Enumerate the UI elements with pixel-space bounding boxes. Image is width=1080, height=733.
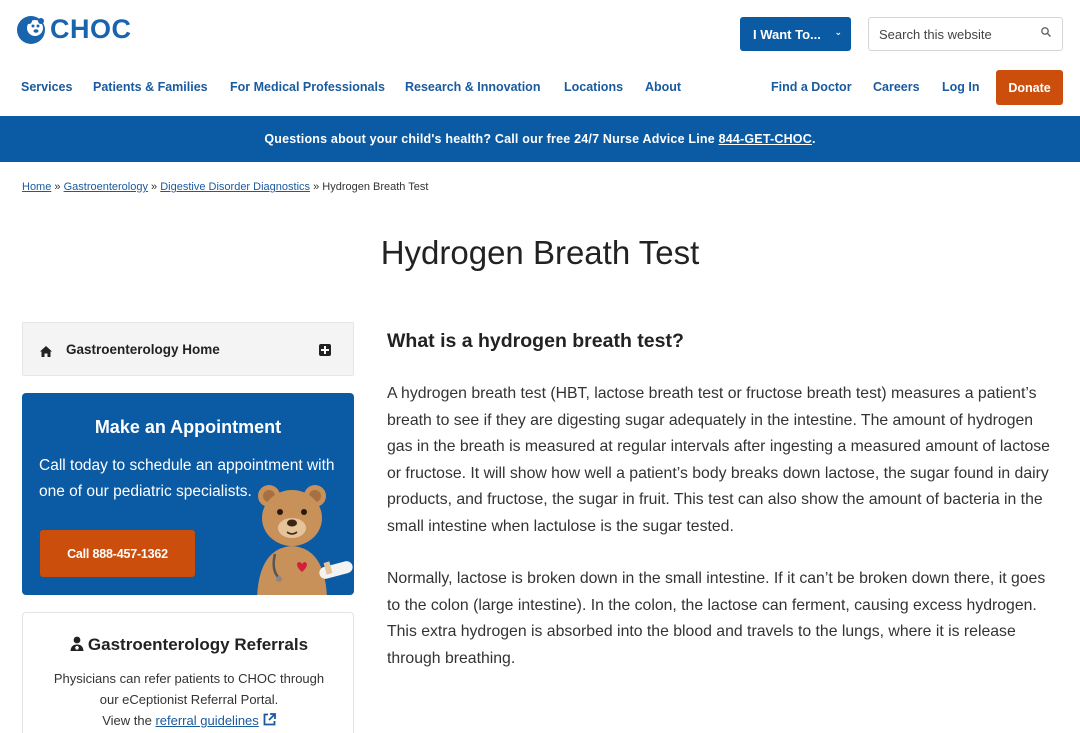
nav-medical-professionals[interactable]: For Medical Professionals (230, 80, 385, 94)
banner-text: Questions about your child's health? Cal… (264, 132, 719, 146)
site-header: CHOC I Want To... ⌄ Services Patients & … (0, 0, 1080, 116)
nurse-advice-banner: Questions about your child's health? Cal… (0, 116, 1080, 162)
breadcrumb-current: Hydrogen Breath Test (322, 181, 429, 193)
search-input[interactable] (869, 18, 1029, 50)
paragraph-1: A hydrogen breath test (HBT, lactose bre… (387, 385, 1050, 535)
referrals-card: Gastroenterology Referrals Physicians ca… (22, 612, 354, 733)
section-heading: What is a hydrogen breath test? (387, 330, 684, 352)
breadcrumb-separator: » (313, 181, 320, 193)
home-icon (40, 344, 52, 357)
banner-suffix: . (811, 132, 816, 146)
choc-logo[interactable]: CHOC (16, 14, 132, 45)
nav-about[interactable]: About (645, 80, 681, 94)
main-content: What is a hydrogen breath test? A hydrog… (387, 330, 1057, 698)
expand-plus-icon[interactable] (319, 344, 331, 356)
breadcrumb-digestive-disorder-diagnostics[interactable]: Digestive Disorder Diagnostics (160, 181, 310, 193)
referrals-title: Gastroenterology Referrals (87, 635, 309, 654)
nav-services[interactable]: Services (21, 80, 72, 94)
make-appointment-card: Make an Appointment Call today to schedu… (22, 393, 354, 595)
doctor-referral-icon (70, 636, 84, 651)
referral-guidelines-link[interactable]: referral guidelines (155, 713, 258, 728)
i-want-to-label: I Want To... (753, 26, 821, 42)
nav-careers[interactable]: Careers (873, 80, 920, 94)
nav-patients-families[interactable]: Patients & Families (93, 80, 208, 94)
i-want-to-dropdown[interactable]: I Want To... ⌄ (740, 17, 851, 51)
bear-mascot-icon (227, 478, 354, 595)
sidebar-gastroenterology-home[interactable]: Gastroenterology Home (22, 322, 354, 376)
referrals-line-1: Physicians can refer patients to CHOC th… (53, 671, 325, 686)
referrals-line-3-prefix: View the (102, 713, 156, 728)
external-link-icon[interactable] (263, 711, 276, 726)
referrals-text: Physicians can refer patients to CHOC th… (23, 668, 355, 731)
page-title: Hydrogen Breath Test (380, 234, 700, 271)
breadcrumb-home[interactable]: Home (22, 181, 51, 193)
breadcrumb: Home » Gastroenterology » Digestive Diso… (22, 181, 428, 193)
choc-logo-icon (16, 15, 46, 45)
donate-button[interactable]: Donate (996, 70, 1063, 105)
call-appointment-button[interactable]: Call 888-457-1362 (40, 530, 195, 577)
nurse-line-phone-link[interactable]: 844-GET-CHOC (719, 132, 812, 146)
chevron-down-icon: ⌄ (834, 27, 842, 37)
logo-text: CHOC (50, 14, 132, 44)
breadcrumb-gastroenterology[interactable]: Gastroenterology (64, 181, 148, 193)
search-icon[interactable] (1040, 25, 1052, 38)
referrals-line-2: our eCeptionist Referral Portal. (99, 692, 279, 707)
nav-log-in[interactable]: Log In (942, 80, 980, 94)
paragraph-2: Normally, lactose is broken down in the … (387, 570, 1046, 667)
nav-research-innovation[interactable]: Research & Innovation (405, 80, 540, 94)
referrals-heading: Gastroenterology Referrals (23, 635, 355, 655)
referrals-line-3: View the referral guidelines (23, 710, 355, 731)
breadcrumb-separator: » (54, 181, 61, 193)
breadcrumb-separator: » (151, 181, 158, 193)
main-nav: Services Patients & Families For Medical… (0, 80, 1080, 96)
nav-find-a-doctor[interactable]: Find a Doctor (771, 80, 852, 94)
appointment-title: Make an Appointment (94, 417, 282, 437)
sidebar-home-label: Gastroenterology Home (66, 342, 220, 357)
site-search (868, 17, 1063, 51)
nav-locations[interactable]: Locations (564, 80, 623, 94)
